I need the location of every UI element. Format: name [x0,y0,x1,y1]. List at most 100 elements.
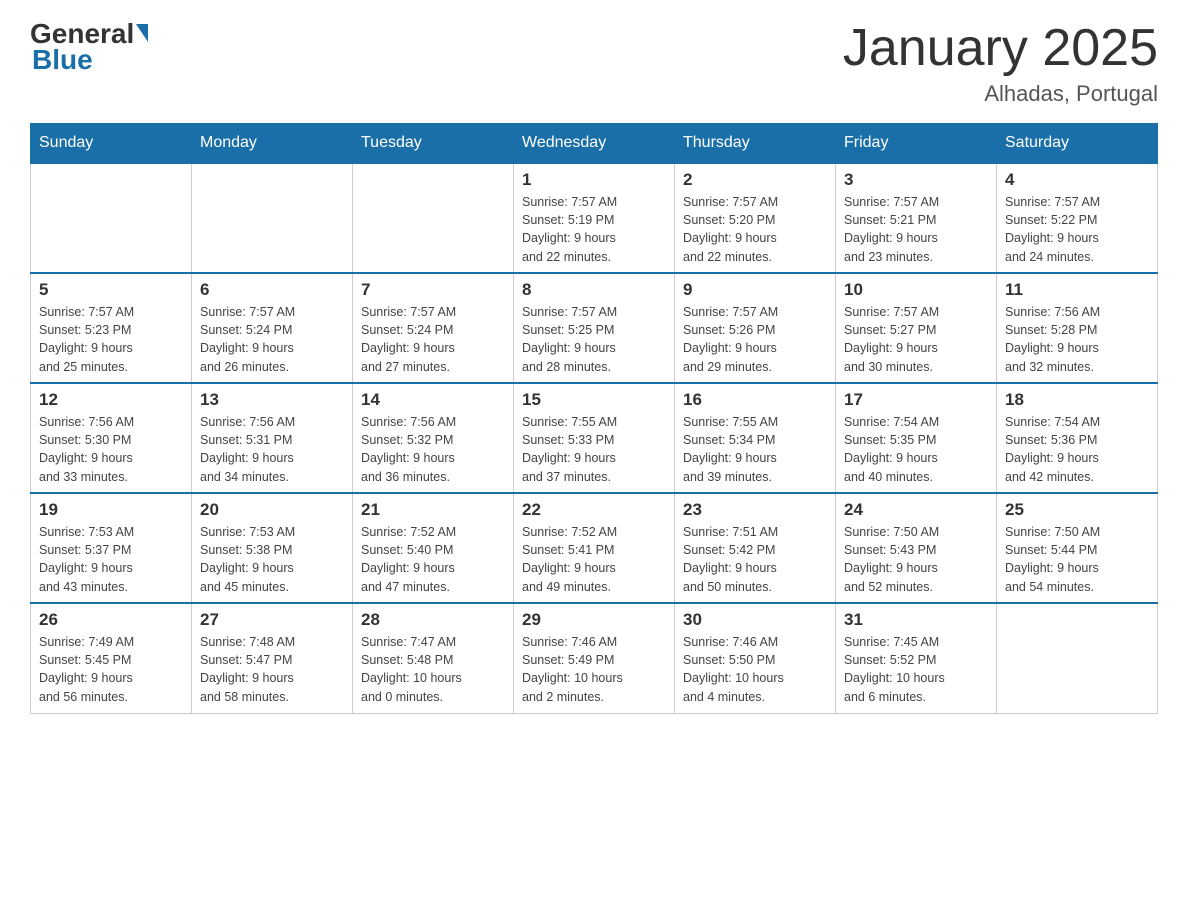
day-info: Sunrise: 7:56 AMSunset: 5:30 PMDaylight:… [39,413,183,486]
day-info: Sunrise: 7:56 AMSunset: 5:28 PMDaylight:… [1005,303,1149,376]
day-number: 14 [361,390,505,410]
day-number: 28 [361,610,505,630]
day-number: 30 [683,610,827,630]
day-number: 13 [200,390,344,410]
calendar-cell [997,603,1158,713]
calendar-cell: 8Sunrise: 7:57 AMSunset: 5:25 PMDaylight… [514,273,675,383]
logo: General Blue [30,20,148,74]
day-number: 4 [1005,170,1149,190]
calendar-table: SundayMondayTuesdayWednesdayThursdayFrid… [30,123,1158,714]
day-number: 29 [522,610,666,630]
day-info: Sunrise: 7:57 AMSunset: 5:24 PMDaylight:… [361,303,505,376]
day-number: 23 [683,500,827,520]
day-header-monday: Monday [192,124,353,164]
days-header-row: SundayMondayTuesdayWednesdayThursdayFrid… [31,124,1158,164]
calendar-title: January 2025 [843,20,1158,77]
day-info: Sunrise: 7:45 AMSunset: 5:52 PMDaylight:… [844,633,988,706]
calendar-cell: 22Sunrise: 7:52 AMSunset: 5:41 PMDayligh… [514,493,675,603]
day-number: 1 [522,170,666,190]
day-header-saturday: Saturday [997,124,1158,164]
calendar-cell: 13 Sunrise: 7:56 AMSunset: 5:31 PMDayligh… [192,383,353,493]
calendar-cell: 17 Sunrise: 7:54 AMSunset: 5:35 PMDayligh… [836,383,997,493]
calendar-cell: 14 Sunrise: 7:56 AMSunset: 5:32 PMDayligh… [353,383,514,493]
calendar-cell: 26Sunrise: 7:49 AMSunset: 5:45 PMDayligh… [31,603,192,713]
day-info: Sunrise: 7:53 AMSunset: 5:37 PMDaylight:… [39,523,183,596]
day-info: Sunrise: 7:50 AMSunset: 5:44 PMDaylight:… [1005,523,1149,596]
day-number: 24 [844,500,988,520]
day-info: Sunrise: 7:49 AMSunset: 5:45 PMDaylight:… [39,633,183,706]
day-number: 20 [200,500,344,520]
day-info: Sunrise: 7:57 AMSunset: 5:23 PMDaylight:… [39,303,183,376]
calendar-cell: 15 Sunrise: 7:55 AMSunset: 5:33 PMDayligh… [514,383,675,493]
day-info: Sunrise: 7:48 AMSunset: 5:47 PMDaylight:… [200,633,344,706]
calendar-cell [353,163,514,273]
day-info: Sunrise: 7:46 AMSunset: 5:50 PMDaylight:… [683,633,827,706]
day-number: 11 [1005,280,1149,300]
week-row-1: 5 Sunrise: 7:57 AMSunset: 5:23 PMDaylight… [31,273,1158,383]
title-area: January 2025 Alhadas, Portugal [843,20,1158,107]
day-header-wednesday: Wednesday [514,124,675,164]
day-number: 16 [683,390,827,410]
day-info: Sunrise: 7:57 AMSunset: 5:24 PMDaylight:… [200,303,344,376]
day-header-thursday: Thursday [675,124,836,164]
day-info: Sunrise: 7:55 AMSunset: 5:34 PMDaylight:… [683,413,827,486]
day-info: Sunrise: 7:54 AMSunset: 5:35 PMDaylight:… [844,413,988,486]
week-row-0: 1Sunrise: 7:57 AMSunset: 5:19 PMDaylight… [31,163,1158,273]
calendar-body: 1Sunrise: 7:57 AMSunset: 5:19 PMDaylight… [31,163,1158,713]
calendar-cell: 11 Sunrise: 7:56 AMSunset: 5:28 PMDayligh… [997,273,1158,383]
calendar-cell: 20Sunrise: 7:53 AMSunset: 5:38 PMDayligh… [192,493,353,603]
calendar-cell: 12Sunrise: 7:56 AMSunset: 5:30 PMDayligh… [31,383,192,493]
header: General Blue January 2025 Alhadas, Portu… [30,20,1158,107]
day-header-tuesday: Tuesday [353,124,514,164]
day-info: Sunrise: 7:57 AMSunset: 5:21 PMDaylight:… [844,193,988,266]
day-number: 19 [39,500,183,520]
calendar-cell: 9 Sunrise: 7:57 AMSunset: 5:26 PMDaylight… [675,273,836,383]
day-info: Sunrise: 7:56 AMSunset: 5:32 PMDaylight:… [361,413,505,486]
calendar-cell: 28 Sunrise: 7:47 AMSunset: 5:48 PMDayligh… [353,603,514,713]
day-number: 31 [844,610,988,630]
day-info: Sunrise: 7:46 AMSunset: 5:49 PMDaylight:… [522,633,666,706]
day-number: 9 [683,280,827,300]
day-number: 15 [522,390,666,410]
day-info: Sunrise: 7:56 AMSunset: 5:31 PMDaylight:… [200,413,344,486]
day-info: Sunrise: 7:52 AMSunset: 5:40 PMDaylight:… [361,523,505,596]
week-row-3: 19 Sunrise: 7:53 AMSunset: 5:37 PMDayligh… [31,493,1158,603]
day-number: 21 [361,500,505,520]
calendar-cell: 5 Sunrise: 7:57 AMSunset: 5:23 PMDaylight… [31,273,192,383]
logo-arrow-icon [136,24,148,42]
calendar-cell: 19 Sunrise: 7:53 AMSunset: 5:37 PMDayligh… [31,493,192,603]
day-info: Sunrise: 7:57 AMSunset: 5:22 PMDaylight:… [1005,193,1149,266]
calendar-cell: 16 Sunrise: 7:55 AMSunset: 5:34 PMDayligh… [675,383,836,493]
day-number: 22 [522,500,666,520]
day-number: 6 [200,280,344,300]
calendar-cell: 7 Sunrise: 7:57 AMSunset: 5:24 PMDaylight… [353,273,514,383]
calendar-cell: 6 Sunrise: 7:57 AMSunset: 5:24 PMDaylight… [192,273,353,383]
calendar-cell: 3 Sunrise: 7:57 AMSunset: 5:21 PMDaylight… [836,163,997,273]
day-header-friday: Friday [836,124,997,164]
calendar-cell: 24Sunrise: 7:50 AMSunset: 5:43 PMDayligh… [836,493,997,603]
calendar-cell: 10 Sunrise: 7:57 AMSunset: 5:27 PMDayligh… [836,273,997,383]
day-info: Sunrise: 7:57 AMSunset: 5:20 PMDaylight:… [683,193,827,266]
day-number: 5 [39,280,183,300]
calendar-cell: 4 Sunrise: 7:57 AMSunset: 5:22 PMDaylight… [997,163,1158,273]
day-info: Sunrise: 7:57 AMSunset: 5:27 PMDaylight:… [844,303,988,376]
calendar-cell: 1Sunrise: 7:57 AMSunset: 5:19 PMDaylight… [514,163,675,273]
calendar-cell: 2Sunrise: 7:57 AMSunset: 5:20 PMDaylight… [675,163,836,273]
week-row-4: 26Sunrise: 7:49 AMSunset: 5:45 PMDayligh… [31,603,1158,713]
day-info: Sunrise: 7:55 AMSunset: 5:33 PMDaylight:… [522,413,666,486]
day-info: Sunrise: 7:57 AMSunset: 5:26 PMDaylight:… [683,303,827,376]
day-number: 25 [1005,500,1149,520]
calendar-cell: 23Sunrise: 7:51 AMSunset: 5:42 PMDayligh… [675,493,836,603]
week-row-2: 12Sunrise: 7:56 AMSunset: 5:30 PMDayligh… [31,383,1158,493]
day-number: 7 [361,280,505,300]
day-info: Sunrise: 7:57 AMSunset: 5:25 PMDaylight:… [522,303,666,376]
day-number: 17 [844,390,988,410]
day-number: 10 [844,280,988,300]
calendar-cell: 30 Sunrise: 7:46 AMSunset: 5:50 PMDayligh… [675,603,836,713]
calendar-subtitle: Alhadas, Portugal [843,81,1158,107]
day-number: 27 [200,610,344,630]
day-number: 3 [844,170,988,190]
calendar-cell [31,163,192,273]
day-header-sunday: Sunday [31,124,192,164]
day-info: Sunrise: 7:47 AMSunset: 5:48 PMDaylight:… [361,633,505,706]
